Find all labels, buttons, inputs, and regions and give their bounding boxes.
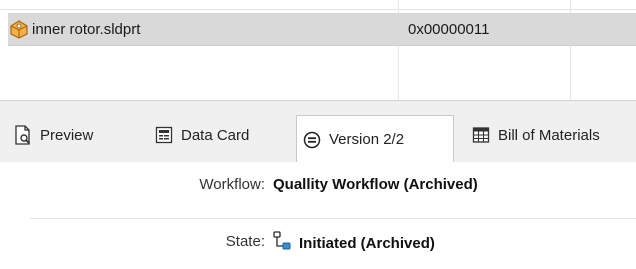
- tab-strip: Preview Data Card Version 2/2 Bill of Ma…: [0, 100, 636, 163]
- file-id-cell: 0x00000011: [408, 13, 489, 45]
- tab-version[interactable]: Version 2/2: [296, 115, 454, 163]
- sldprt-part-icon: [8, 18, 30, 40]
- file-name-text: inner rotor.sldprt: [32, 20, 141, 38]
- tab-label: Preview: [40, 126, 94, 144]
- tab-data-card[interactable]: Data Card: [155, 115, 249, 155]
- row-divider: [8, 45, 636, 46]
- file-name-cell: inner rotor.sldprt: [8, 13, 140, 45]
- workflow-state-icon: [273, 231, 291, 255]
- tab-preview[interactable]: Preview: [14, 115, 93, 155]
- file-row-inner-rotor[interactable]: inner rotor.sldprt 0x00000011: [8, 13, 636, 45]
- previous-row-sliver: [0, 0, 636, 10]
- state-value-row: Initiated (Archived): [273, 231, 435, 255]
- workflow-label: Workflow:: [199, 176, 265, 193]
- version-details-panel: Workflow: Quallity Workflow (Archived) S…: [0, 162, 636, 269]
- version-icon: [303, 131, 321, 149]
- state-label: State:: [225, 233, 265, 250]
- tab-label: Version 2/2: [329, 131, 405, 148]
- preview-icon: [14, 125, 32, 145]
- field-separator: [30, 218, 636, 219]
- tab-bill-of-materials[interactable]: Bill of Materials: [472, 115, 600, 155]
- tab-label: Data Card: [181, 126, 250, 144]
- file-list: inner rotor.sldprt 0x00000011: [0, 0, 636, 100]
- data-card-icon: [155, 126, 173, 144]
- state-value: Initiated (Archived): [299, 234, 435, 252]
- workflow-value: Quallity Workflow (Archived): [273, 176, 478, 193]
- tab-label: Bill of Materials: [498, 126, 600, 144]
- file-id-text: 0x00000011: [408, 20, 490, 38]
- bill-of-materials-icon: [472, 126, 490, 144]
